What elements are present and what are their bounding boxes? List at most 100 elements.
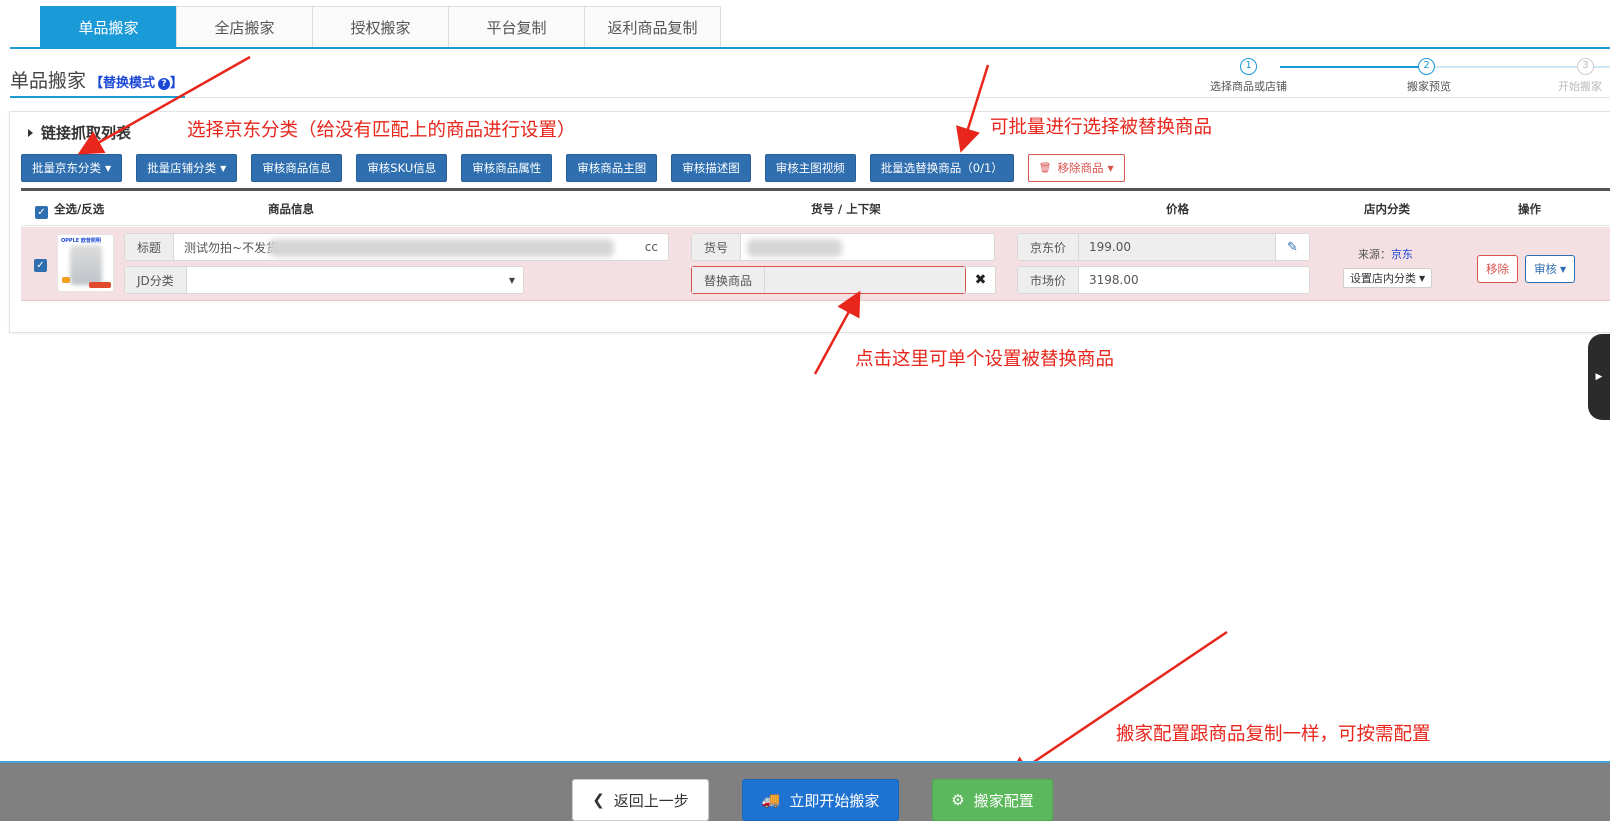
jd-price-value: 199.00 xyxy=(1089,240,1132,254)
header-info: 商品信息 xyxy=(268,202,314,216)
panel-header[interactable]: 链接抓取列表 xyxy=(28,122,131,143)
title-label: 标题 xyxy=(125,234,175,260)
back-button[interactable]: ❮ 返回上一步 xyxy=(572,779,709,821)
header-shop-category: 店内分类 xyxy=(1364,202,1410,216)
row-checkbox[interactable]: ✓ xyxy=(34,259,47,272)
annotation-move-config: 搬家配置跟商品复制一样，可按需配置 xyxy=(1116,724,1431,745)
batch-select-replace-button[interactable]: 批量选替换商品（0/1） xyxy=(869,154,1014,182)
select-all[interactable]: ✓ 全选/反选 xyxy=(35,201,104,219)
set-shop-category-button[interactable]: 设置店内分类 ▼ xyxy=(1343,268,1433,288)
top-tabs: 单品搬家 全店搬家 授权搬家 平台复制 返利商品复制 xyxy=(40,6,721,48)
caret-down-icon: ▼ xyxy=(1419,273,1426,283)
set-shop-category-label: 设置店内分类 xyxy=(1350,272,1416,285)
table-row: ✓ OPPLE 欧普照明 标题 测试勿拍~不发货 cc JD分类 ▼ 货号 替换… xyxy=(21,227,1610,301)
caret-down-icon: ▼ xyxy=(1107,163,1114,173)
review-desc-image-button[interactable]: 审核描述图 xyxy=(671,154,751,182)
step-3-circle: 3 xyxy=(1577,58,1594,75)
tab-shop-move[interactable]: 全店搬家 xyxy=(176,6,313,48)
jd-category-field: JD分类 ▼ xyxy=(124,266,524,294)
annotation-single-replace: 点击这里可单个设置被替换商品 xyxy=(855,349,1115,370)
thumb-price-tag xyxy=(89,282,111,288)
step-1-label: 选择商品或店铺 xyxy=(1210,80,1287,93)
tabs-divider xyxy=(10,47,1610,49)
replace-goods-input[interactable] xyxy=(765,267,965,293)
source-label: 来源： xyxy=(1358,248,1391,261)
tab-platform-copy[interactable]: 平台复制 xyxy=(448,6,585,48)
tab-rebate-copy[interactable]: 返利商品复制 xyxy=(584,6,721,48)
mode-link[interactable]: 【替换模式?】 xyxy=(90,72,183,91)
title-field: 标题 测试勿拍~不发货 cc xyxy=(124,233,669,261)
caret-down-icon: ▼ xyxy=(1560,264,1567,274)
footer-bar: ❮ 返回上一步 🚚 立即开始搬家 ⚙ 搬家配置 xyxy=(0,761,1610,821)
clear-replace-icon[interactable]: ✖ xyxy=(966,266,996,294)
caret-right-icon: ▶ xyxy=(1595,372,1603,382)
mode-bracket-open: 【 xyxy=(90,76,104,91)
select-all-label: 全选/反选 xyxy=(54,202,105,216)
code-input[interactable] xyxy=(741,234,994,260)
review-main-image-button[interactable]: 审核商品主图 xyxy=(566,154,658,182)
market-price-label: 市场价 xyxy=(1018,267,1080,293)
move-config-label: 搬家配置 xyxy=(973,791,1034,810)
review-main-video-button[interactable]: 审核主图视频 xyxy=(764,154,856,182)
replace-goods-label: 替换商品 xyxy=(692,267,766,293)
tab-single-move[interactable]: 单品搬家 xyxy=(40,6,177,48)
batch-shop-category-button[interactable]: 批量店铺分类 ▼ xyxy=(136,154,238,182)
title-input[interactable]: 测试勿拍~不发货 cc xyxy=(174,234,668,260)
trash-icon: 🗑 xyxy=(1038,162,1052,174)
toolbar: 批量京东分类 ▼ 批量店铺分类 ▼ 审核商品信息 审核SKU信息 审核商品属性 审核… xyxy=(21,154,1139,182)
page-title: 单品搬家 【替换模式?】 xyxy=(10,66,183,93)
check-icon[interactable]: ✓ xyxy=(35,206,48,219)
start-move-button[interactable]: 🚚 立即开始搬家 xyxy=(742,779,899,821)
progress-steps: 1 选择商品或店铺 2 搬家预览 3 开始搬家 xyxy=(1210,58,1610,98)
code-field: 货号 xyxy=(691,233,995,261)
row-review-button[interactable]: 审核 ▼ xyxy=(1525,255,1576,283)
caret-down-icon: ▼ xyxy=(220,163,227,173)
mode-bracket-close: 】 xyxy=(170,76,184,91)
remove-goods-label: 移除商品 xyxy=(1057,161,1104,175)
market-price-value: 3198.00 xyxy=(1089,273,1139,287)
product-thumbnail[interactable]: OPPLE 欧普照明 xyxy=(57,234,114,292)
review-sku-info-button[interactable]: 审核SKU信息 xyxy=(356,154,448,182)
move-config-button[interactable]: ⚙ 搬家配置 xyxy=(932,779,1053,821)
code-blur xyxy=(747,239,843,257)
thumb-brand: OPPLE 欧普照明 xyxy=(61,238,101,244)
caret-right-icon xyxy=(28,128,33,137)
review-goods-attr-button[interactable]: 审核商品属性 xyxy=(461,154,553,182)
row-review-label: 审核 xyxy=(1534,262,1557,276)
edit-icon[interactable]: ✎ xyxy=(1275,234,1309,260)
jd-category-label: JD分类 xyxy=(125,267,187,293)
jd-price-label: 京东价 xyxy=(1018,234,1080,260)
caret-down-icon: ▼ xyxy=(105,163,112,173)
title-blur xyxy=(269,239,615,257)
title-value: 测试勿拍~不发货 xyxy=(184,240,279,255)
batch-shop-category-label: 批量店铺分类 xyxy=(147,161,217,175)
title-tail: cc xyxy=(644,240,658,254)
jd-price-input[interactable]: 199.00 xyxy=(1079,234,1275,260)
side-panel-toggle[interactable]: ▶ xyxy=(1588,334,1610,420)
jd-category-select[interactable]: ▼ xyxy=(187,267,523,293)
annotation-jd-category: 选择京东分类（给没有匹配上的商品进行设置） xyxy=(187,120,576,141)
batch-jd-category-button[interactable]: 批量京东分类 ▼ xyxy=(21,154,123,182)
truck-icon: 🚚 xyxy=(761,791,781,809)
page-title-text: 单品搬家 xyxy=(10,70,87,92)
row-remove-button[interactable]: 移除 xyxy=(1477,255,1518,283)
panel-title: 链接抓取列表 xyxy=(41,124,132,142)
tab-authorized-move[interactable]: 授权搬家 xyxy=(312,6,449,48)
market-price-field: 市场价 3198.00 xyxy=(1017,266,1310,294)
batch-jd-category-label: 批量京东分类 xyxy=(32,161,101,175)
thumb-image xyxy=(70,245,102,285)
back-label: 返回上一步 xyxy=(613,791,689,810)
help-icon[interactable]: ? xyxy=(158,78,171,90)
link-capture-panel: 链接抓取列表 批量京东分类 ▼ 批量店铺分类 ▼ 审核商品信息 审核SKU信息 审核… xyxy=(9,111,1610,333)
remove-goods-button[interactable]: 🗑 移除商品 ▼ xyxy=(1027,154,1125,182)
step-2-circle: 2 xyxy=(1418,58,1435,75)
review-goods-info-button[interactable]: 审核商品信息 xyxy=(251,154,343,182)
chevron-left-icon: ❮ xyxy=(592,791,605,809)
source-link[interactable]: 京东 xyxy=(1391,248,1413,261)
header-code: 货号 / 上下架 xyxy=(811,202,881,216)
mode-label: 替换模式 xyxy=(103,76,156,91)
table-header: ✓ 全选/反选 商品信息 货号 / 上下架 价格 店内分类 操作 xyxy=(21,188,1610,226)
market-price-input[interactable]: 3198.00 xyxy=(1079,267,1309,293)
start-move-label: 立即开始搬家 xyxy=(789,791,880,810)
step-2-label: 搬家预览 xyxy=(1407,80,1451,93)
